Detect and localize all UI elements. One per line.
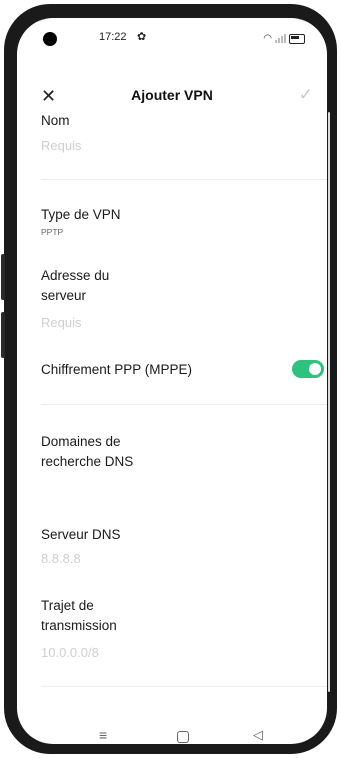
screen: 17:22 ✿ ◠ ✕ Ajouter VPN ✓ Nom Requis Typ… — [17, 18, 327, 744]
status-bar: 17:22 ✿ ◠ — [17, 18, 327, 58]
dns-domains-label-line2: recherche DNS — [41, 454, 134, 469]
dns-server-input[interactable]: 8.8.8.8 — [41, 551, 81, 566]
app-header: ✕ Ajouter VPN ✓ — [17, 84, 327, 114]
server-address-label-line2: serveur — [41, 288, 87, 303]
status-time: 17:22 — [99, 31, 127, 43]
home-icon[interactable] — [177, 731, 189, 743]
scrollbar[interactable] — [328, 112, 330, 692]
signal-icon — [275, 34, 286, 43]
recent-apps-icon[interactable]: ≡ — [99, 727, 107, 743]
divider — [41, 686, 327, 687]
dns-server-label: Serveur DNS — [41, 527, 121, 542]
wifi-icon: ◠ — [263, 33, 272, 44]
routes-label-line1: Trajet de — [41, 598, 94, 613]
routes-input[interactable]: 10.0.0.0/8 — [41, 645, 99, 660]
server-address-label-line1: Adresse du — [41, 268, 110, 283]
vpn-type-label: Type de VPN — [41, 207, 121, 222]
toggle-knob — [309, 363, 321, 375]
encryption-toggle[interactable] — [292, 360, 324, 378]
volume-down-button — [1, 312, 5, 358]
name-label: Nom — [41, 113, 70, 128]
page-title: Ajouter VPN — [131, 87, 213, 103]
phone-frame: 17:22 ✿ ◠ ✕ Ajouter VPN ✓ Nom Requis Typ… — [1, 4, 337, 754]
back-icon[interactable]: ◁ — [253, 727, 263, 743]
dns-domains-label-line1: Domaines de — [41, 434, 121, 449]
volume-up-button — [1, 254, 5, 300]
battery-icon — [289, 33, 305, 44]
navigation-bar: ≡ ◁ — [17, 724, 327, 744]
system-icons: ◠ — [263, 33, 305, 44]
routes-label-line2: transmission — [41, 618, 117, 633]
name-input[interactable]: Requis — [41, 138, 81, 153]
encryption-label: Chiffrement PPP (MPPE) — [41, 362, 193, 377]
divider — [41, 404, 327, 405]
save-button[interactable]: ✓ — [299, 85, 313, 105]
vpn-type-value: PPTP — [41, 227, 64, 237]
front-camera — [43, 32, 57, 46]
settings-notification-icon: ✿ — [137, 31, 147, 43]
divider — [41, 179, 327, 180]
server-address-input[interactable]: Requis — [41, 315, 81, 330]
page: 17:22 ✿ ◠ ✕ Ajouter VPN ✓ Nom Requis Typ… — [0, 0, 341, 758]
